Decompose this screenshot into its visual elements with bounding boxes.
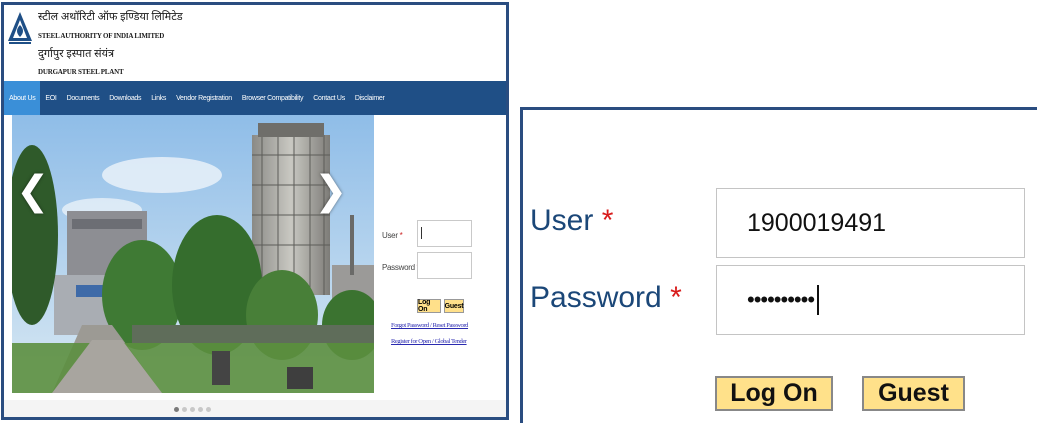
slider-dot[interactable] xyxy=(206,407,211,412)
slider-dot[interactable] xyxy=(190,407,195,412)
brand-english-name: STEEL AUTHORITY OF INDIA LIMITED xyxy=(38,32,165,40)
small-user-input[interactable] xyxy=(417,220,472,247)
password-input-value: •••••••••• xyxy=(747,287,815,312)
zoomed-login-panel: User * Password * 1900019491 •••••••••• … xyxy=(520,107,1037,423)
nav-documents[interactable]: Documents xyxy=(62,81,105,115)
small-password-label: Password * xyxy=(382,263,420,272)
register-tender-link[interactable]: Register for Open / Global Tender xyxy=(391,338,467,345)
slider-dot[interactable] xyxy=(174,407,179,412)
brand-hindi-name: स्टील अथॉरिटी ऑफ इण्डिया लिमिटेड xyxy=(38,11,183,23)
password-input[interactable]: •••••••••• xyxy=(716,265,1025,335)
text-caret xyxy=(421,227,422,239)
small-guest-button[interactable]: Guest xyxy=(444,299,464,313)
nav-links[interactable]: Links xyxy=(146,81,171,115)
website-screenshot: स्टील अथॉरिटी ऑफ इण्डिया लिमिटेड STEEL A… xyxy=(1,2,509,420)
user-label: User * xyxy=(530,204,614,237)
small-logon-button[interactable]: Log On xyxy=(417,299,441,313)
small-user-label: User * xyxy=(382,231,403,240)
site-header: स्टील अथॉरिटी ऑफ इण्डिया लिमिटेड STEEL A… xyxy=(4,5,506,81)
plant-photo xyxy=(12,115,374,393)
chevron-right-icon[interactable]: ❯ xyxy=(314,171,348,211)
nav-vendor-registration[interactable]: Vendor Registration xyxy=(171,81,237,115)
nav-disclaimer[interactable]: Disclaimer xyxy=(350,81,390,115)
image-slider: ❮ ❯ xyxy=(12,115,374,393)
nav-browser-compatibility[interactable]: Browser Compatibility xyxy=(237,81,308,115)
main-navigation: About Us EOI Documents Downloads Links V… xyxy=(4,81,506,115)
logon-button[interactable]: Log On xyxy=(715,376,833,411)
nav-about-us[interactable]: About Us xyxy=(4,81,41,115)
guest-button[interactable]: Guest xyxy=(862,376,965,411)
nav-eoi[interactable]: EOI xyxy=(40,81,61,115)
forgot-password-link[interactable]: Forgot Password / Reset Password xyxy=(391,322,468,329)
plant-english-name: DURGAPUR STEEL PLANT xyxy=(38,68,124,76)
plant-hindi-name: दुर्गापुर इस्पात संयंत्र xyxy=(38,48,115,60)
password-label: Password * xyxy=(530,281,682,314)
small-password-input[interactable] xyxy=(417,252,472,279)
nav-contact-us[interactable]: Contact Us xyxy=(308,81,350,115)
slider-dot[interactable] xyxy=(182,407,187,412)
text-caret xyxy=(817,285,820,315)
user-input-value: 1900019491 xyxy=(747,208,887,237)
footer-strip xyxy=(4,400,506,417)
slider-dot[interactable] xyxy=(198,407,203,412)
slider-pagination xyxy=(174,407,211,412)
user-input[interactable]: 1900019491 xyxy=(716,188,1025,258)
nav-downloads[interactable]: Downloads xyxy=(104,81,146,115)
sail-logo-icon xyxy=(8,12,32,44)
chevron-left-icon[interactable]: ❮ xyxy=(16,171,50,211)
